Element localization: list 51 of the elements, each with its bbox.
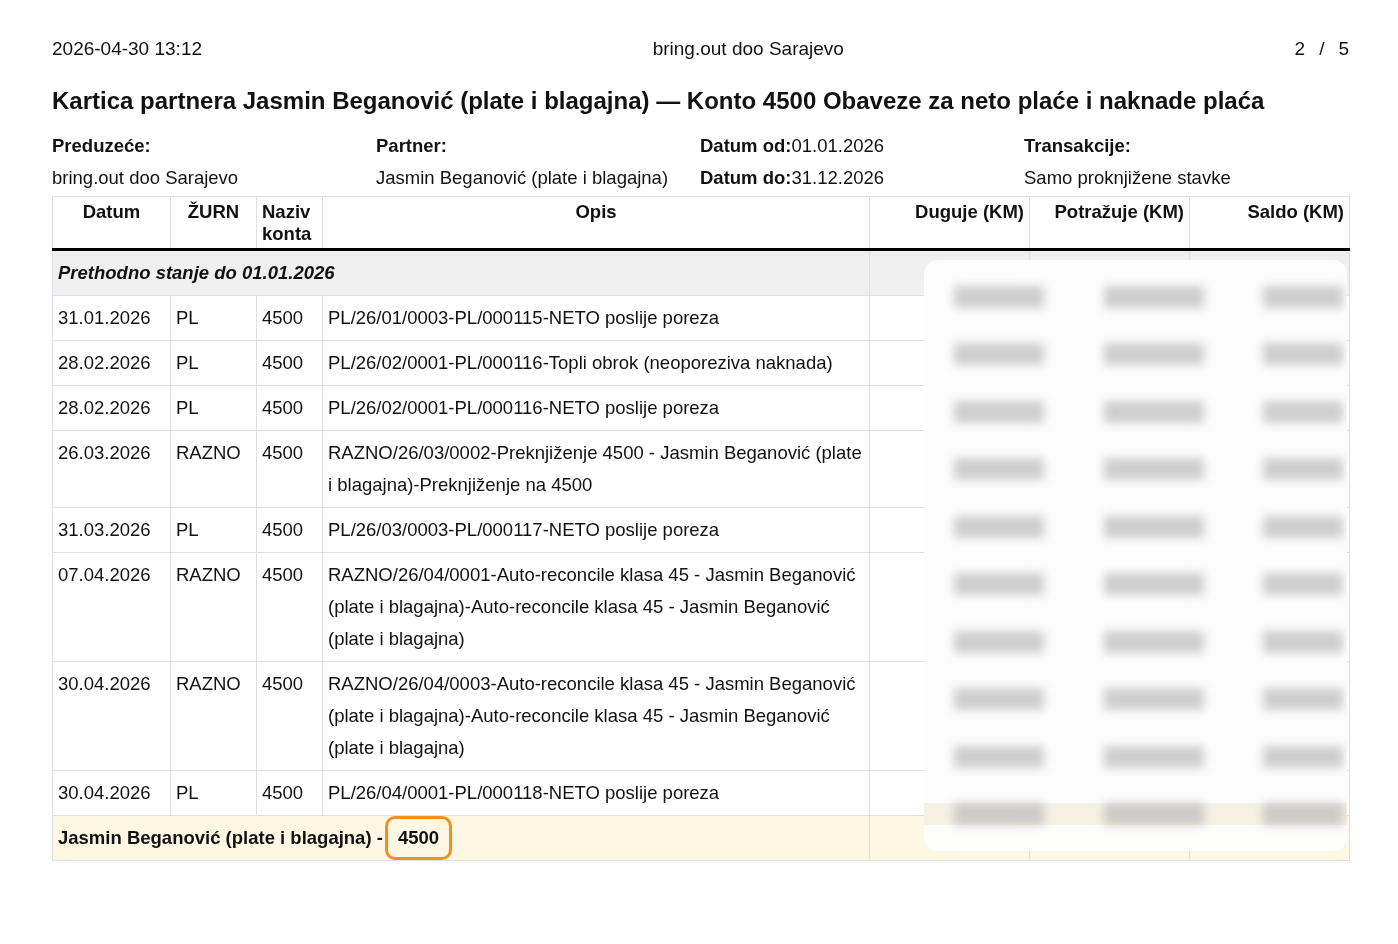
- info-value: Jasmin Beganović (plate i blagajna): [376, 166, 670, 190]
- info-label: Transakcije:: [1024, 134, 1132, 158]
- table-cell: 28.02.2026: [52, 340, 171, 386]
- table-cell: 4500: [256, 340, 323, 386]
- table-cell: 07.04.2026: [52, 552, 171, 662]
- info-label: Preduzeće:: [52, 134, 152, 158]
- info-value: 31.12.2026: [791, 167, 885, 188]
- table-cell: 30.04.2026: [52, 661, 171, 771]
- table-cell: PL: [170, 770, 257, 816]
- table-cell: PL: [170, 385, 257, 431]
- table-cell: 4500: [256, 661, 323, 771]
- table-cell: RAZNO/26/04/0003-Auto-reconcile klasa 45 - Jasmin Beganović (plate i blagajna)-Auto-reconcile klasa 45 - Jasmin Beganović (plate i blagajna): [322, 661, 870, 771]
- table-cell: 4500: [256, 385, 323, 431]
- info-label: Partner:: [376, 134, 448, 158]
- company-name: bring.out doo Sarajevo: [652, 38, 844, 60]
- table-cell: 31.01.2026: [52, 295, 171, 341]
- report-title: Kartica partnera Jasmin Beganović (plate i blagajna) — Konto 4500 Obaveze za neto plaće i naknade plaća: [52, 86, 1266, 116]
- page-number: 2: [1294, 38, 1306, 60]
- table-cell: 4500: [256, 295, 323, 341]
- table-cell: 4500: [256, 552, 323, 662]
- partner-total-label: Jasmin Beganović (plate i blagajna) -: [58, 827, 383, 848]
- table-cell: PL/26/02/0001-PL/000116-Topli obrok (neoporeziva naknada): [322, 340, 870, 386]
- table-cell: 30.04.2026: [52, 770, 171, 816]
- table-cell: RAZNO: [170, 661, 257, 771]
- info-label: Datum od:: [700, 135, 792, 156]
- table-cell: PL/26/04/0001-PL/000118-NETO poslije poreza: [322, 770, 870, 816]
- table-cell: PL/26/02/0001-PL/000116-NETO poslije poreza: [322, 385, 870, 431]
- page-total: 5: [1338, 38, 1349, 60]
- print-timestamp: 2026-04-30 13:12: [52, 38, 202, 60]
- previous-balance-label: Prethodno stanje do 01.01.2026: [52, 249, 870, 296]
- table-cell: PL/26/01/0003-PL/000115-NETO poslije poreza: [322, 295, 870, 341]
- table-cell: PL: [170, 507, 257, 553]
- table-cell: 31.03.2026: [52, 507, 171, 553]
- info-value: 01.01.2026: [791, 135, 885, 156]
- info-value: bring.out doo Sarajevo: [52, 166, 240, 190]
- table-cell: RAZNO: [170, 552, 257, 662]
- page-separator: /: [1319, 38, 1325, 60]
- table-cell: 26.03.2026: [52, 430, 171, 508]
- table-cell: 4500: [256, 430, 323, 508]
- table-cell: PL: [170, 295, 257, 341]
- table-cell: RAZNO/26/03/0002-Preknjiženje 4500 - Jasmin Beganović (plate i blagajna)-Preknjiženje na 4500: [322, 430, 870, 508]
- table-cell: PL/26/03/0003-PL/000117-NETO poslije poreza: [322, 507, 870, 553]
- table-cell: RAZNO: [170, 430, 257, 508]
- info-label: Datum do:: [700, 167, 792, 188]
- account-number: 4500: [384, 816, 453, 860]
- table-cell: PL: [170, 340, 257, 386]
- table-cell: RAZNO/26/04/0001-Auto-reconcile klasa 45 - Jasmin Beganović (plate i blagajna)-Auto-reconcile klasa 45 - Jasmin Beganović (plate i blagajna): [322, 552, 870, 662]
- table-cell: 4500: [256, 770, 323, 816]
- table-cell: 28.02.2026: [52, 385, 171, 431]
- info-value: Samo proknjižene stavke: [1024, 166, 1232, 190]
- table-cell: 4500: [256, 507, 323, 553]
